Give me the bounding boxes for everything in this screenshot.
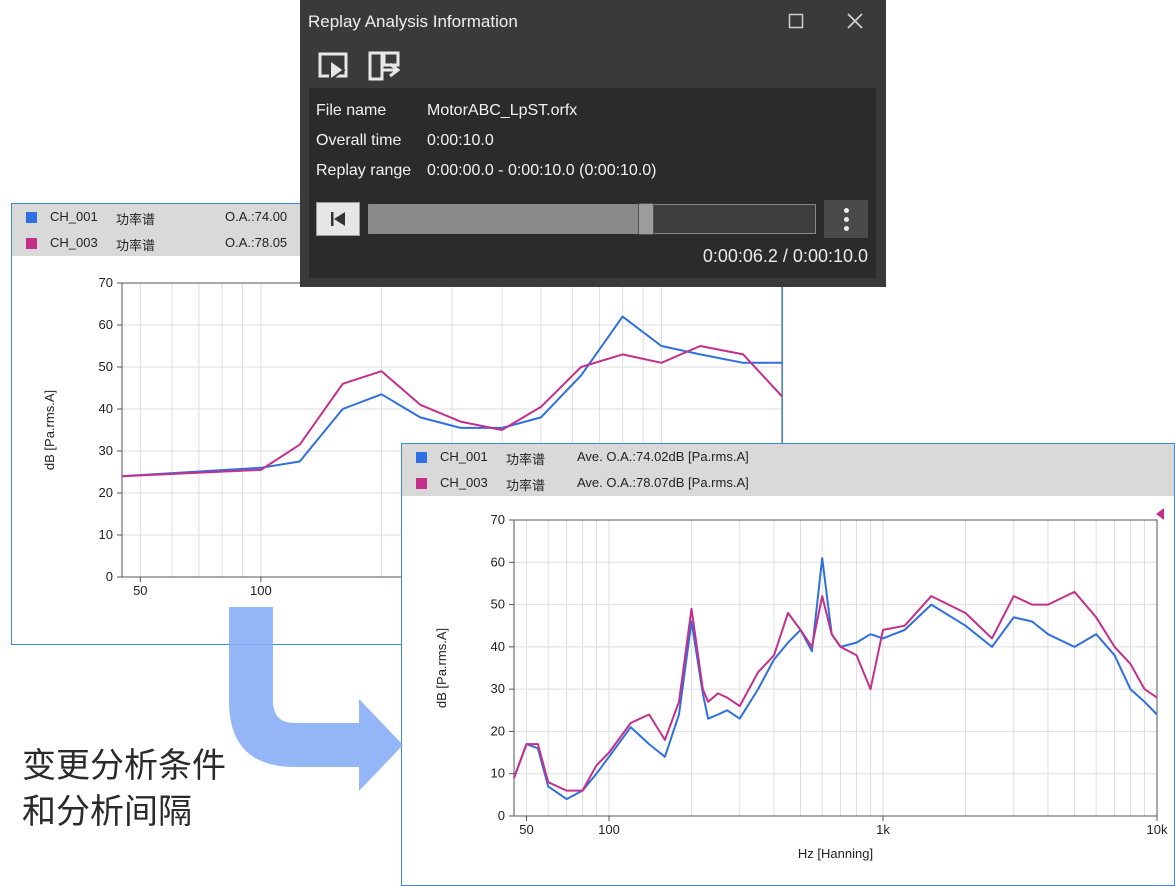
y-tick-label: 0 bbox=[106, 569, 113, 584]
grid-lines bbox=[514, 519, 1157, 817]
front-chart[interactable]: 0 10 20 30 40 50 60 70 50 100 1k 10k dB [Pa.rms.A] Hz… bbox=[402, 496, 1174, 885]
x-axis-label: Hz [Hanning] bbox=[798, 846, 873, 861]
replay-info-panel: File name MotorABC_LpST.orfx Overall tim… bbox=[309, 88, 876, 278]
file-name-value: MotorABC_LpST.orfx bbox=[427, 102, 578, 119]
progress-thumb[interactable] bbox=[637, 203, 654, 235]
ch003-swatch bbox=[26, 238, 37, 249]
y-tick-label: 40 bbox=[99, 401, 113, 416]
replay-range-label: Replay range bbox=[316, 162, 412, 179]
transition-arrow bbox=[229, 607, 403, 791]
x-tick-label: 50 bbox=[133, 583, 147, 598]
legend-kind: 功率谱 bbox=[116, 212, 156, 227]
skip-start-icon bbox=[331, 212, 345, 226]
y-tick-label: 70 bbox=[491, 512, 505, 527]
y-tick-label: 20 bbox=[491, 723, 505, 738]
maximize-icon[interactable] bbox=[788, 8, 804, 35]
front-chart-panel: CH_001 功率谱 Ave. O.A.:74.02dB [Pa.rms.A] … bbox=[401, 443, 1175, 886]
replay-export-icon[interactable] bbox=[368, 50, 401, 82]
progress-fill bbox=[369, 205, 646, 233]
ch001-swatch bbox=[416, 452, 427, 463]
ch003-swatch bbox=[416, 478, 427, 489]
y-tick-label: 60 bbox=[99, 317, 113, 332]
replay-range-value: 0:00:00.0 - 0:00:10.0 (0:00:10.0) bbox=[427, 162, 657, 179]
skip-to-start-button[interactable] bbox=[316, 202, 360, 236]
x-tick-label: 1k bbox=[876, 822, 890, 837]
plot-frame bbox=[513, 519, 1158, 817]
legend-value: O.A.:74.00 bbox=[225, 209, 288, 224]
replay-dialog: Replay Analysis Information File name Mo… bbox=[300, 0, 886, 287]
y-tick-label: 40 bbox=[491, 639, 505, 654]
caption-line-1: 变更分析条件 bbox=[22, 747, 226, 785]
overall-time-value: 0:00:10.0 bbox=[427, 132, 494, 149]
legend-channel: CH_003 bbox=[440, 475, 488, 490]
time-readout: 0:00:06.2 / 0:00:10.0 bbox=[702, 246, 868, 266]
y-axis-label: dB [Pa.rms.A] bbox=[434, 628, 449, 708]
y-tick-label: 20 bbox=[99, 485, 113, 500]
legend-value: O.A.:78.05 bbox=[225, 235, 288, 250]
more-options-button[interactable] bbox=[824, 200, 868, 238]
x-tick-label: 50 bbox=[519, 822, 533, 837]
replay-progress-slider[interactable] bbox=[368, 203, 816, 235]
legend-channel: CH_001 bbox=[50, 209, 98, 224]
dialog-title: Replay Analysis Information bbox=[308, 12, 518, 31]
legend-kind: 功率谱 bbox=[506, 478, 546, 493]
y-tick-label: 70 bbox=[99, 275, 113, 290]
y-tick-label: 30 bbox=[99, 443, 113, 458]
legend-channel: CH_001 bbox=[440, 449, 488, 464]
legend-value: Ave. O.A.:78.07dB [Pa.rms.A] bbox=[577, 475, 749, 490]
y-tick-label: 50 bbox=[491, 597, 505, 612]
replay-play-icon[interactable] bbox=[318, 50, 350, 82]
file-name-label: File name bbox=[316, 102, 387, 119]
x-tick-label: 10k bbox=[1147, 822, 1168, 837]
series-line-ch001 bbox=[513, 557, 1158, 801]
x-tick-label: 100 bbox=[598, 822, 620, 837]
x-tick-label: 100 bbox=[250, 583, 272, 598]
y-tick-label: 10 bbox=[99, 527, 113, 542]
y-tick-label: 50 bbox=[99, 359, 113, 374]
y-tick-label: 60 bbox=[491, 554, 505, 569]
caption-line-2: 和分析间隔 bbox=[22, 793, 192, 831]
legend-channel: CH_003 bbox=[50, 235, 98, 250]
legend-kind: 功率谱 bbox=[116, 238, 156, 253]
front-legend: CH_001 功率谱 Ave. O.A.:74.02dB [Pa.rms.A] … bbox=[402, 444, 1174, 496]
close-icon[interactable] bbox=[846, 8, 864, 36]
legend-kind: 功率谱 bbox=[506, 452, 546, 467]
y-axis-label: dB [Pa.rms.A] bbox=[42, 390, 57, 470]
caption: 变更分析条件 和分析间隔 bbox=[22, 743, 226, 835]
legend-value: Ave. O.A.:74.02dB [Pa.rms.A] bbox=[577, 449, 749, 464]
y-tick-label: 10 bbox=[491, 766, 505, 781]
cursor-marker-icon bbox=[1156, 508, 1164, 520]
y-tick-label: 0 bbox=[498, 808, 505, 823]
ch001-swatch bbox=[26, 212, 37, 223]
overall-time-label: Overall time bbox=[316, 132, 402, 149]
series-line-ch003 bbox=[513, 590, 1158, 792]
arrow-shape bbox=[229, 607, 403, 791]
y-tick-label: 30 bbox=[491, 681, 505, 696]
